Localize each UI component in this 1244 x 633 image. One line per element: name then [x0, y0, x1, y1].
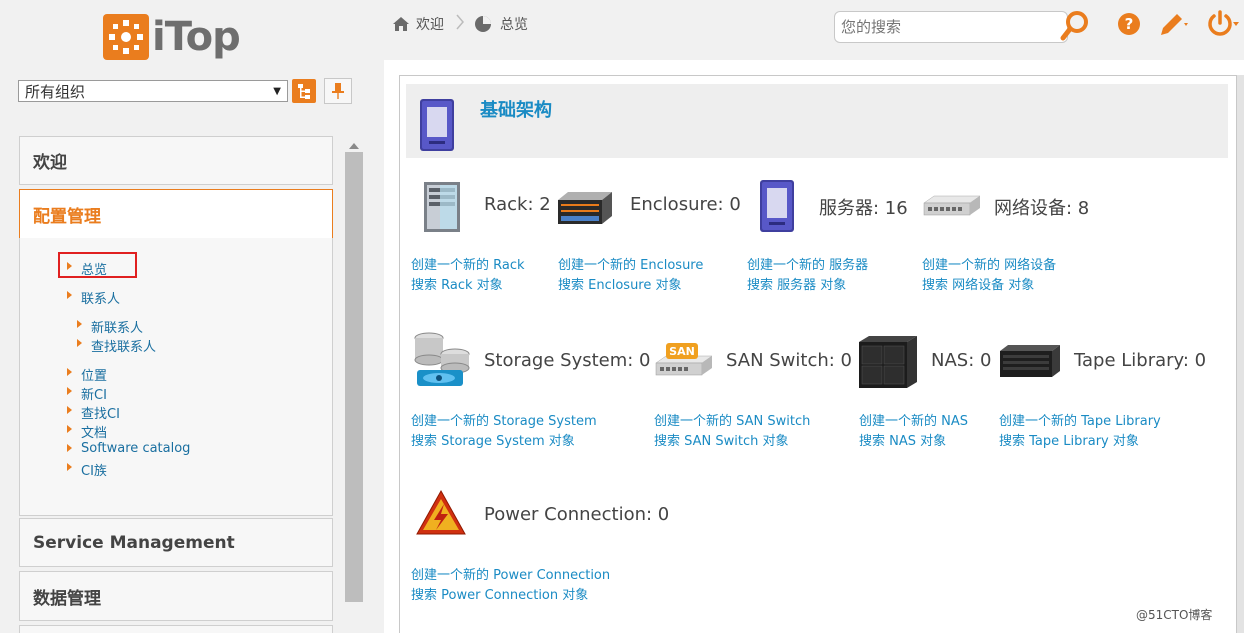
- nas-icon: [857, 334, 919, 394]
- power-icon: [1208, 10, 1239, 36]
- sidebar-section-label: 数据管理: [33, 588, 101, 609]
- tape-library-count: Tape Library: 0: [1074, 350, 1207, 371]
- left-panel: iTop 所有组织 ▼ 欢迎 配置管理 总览 联系人 新联系人 查找联系人 位置…: [0, 0, 370, 633]
- highlight-box: [58, 252, 137, 278]
- caret-down-icon: ▼: [273, 85, 281, 97]
- network-device-count: 网络设备: 8: [994, 198, 1090, 219]
- sidebar-item-search-ci[interactable]: 查找CI: [67, 403, 120, 422]
- pie-chart-icon: [475, 16, 491, 32]
- nas-count: NAS: 0: [931, 350, 992, 371]
- organization-tree-button[interactable]: [292, 79, 316, 103]
- global-search-input[interactable]: [834, 11, 1068, 43]
- search-san-switch-link[interactable]: 搜索 SAN Switch 对象: [654, 430, 789, 449]
- sidebar-item-new-ci[interactable]: 新CI: [67, 384, 107, 403]
- search-storage-system-link[interactable]: 搜索 Storage System 对象: [411, 430, 575, 449]
- search-enclosure-link[interactable]: 搜索 Enclosure 对象: [558, 274, 682, 293]
- storage-system-count: Storage System: 0: [484, 350, 651, 371]
- breadcrumb-label: 总览: [500, 17, 528, 33]
- edit-menu-button[interactable]: [1158, 11, 1192, 43]
- scroll-up-arrow-icon[interactable]: [345, 140, 363, 152]
- chevron-right-icon: [456, 14, 464, 30]
- itop-logo[interactable]: iTop: [103, 14, 241, 60]
- create-nas-link[interactable]: 创建一个新的 NAS: [859, 410, 968, 429]
- sidebar-item-search-contacts[interactable]: 查找联系人: [76, 336, 156, 355]
- help-icon: ?: [1118, 13, 1140, 35]
- storage-system-icon: [411, 330, 473, 396]
- search-button[interactable]: [1060, 9, 1092, 47]
- content-scrollbar[interactable]: [1237, 75, 1244, 633]
- create-tape-library-link[interactable]: 创建一个新的 Tape Library: [999, 410, 1161, 429]
- itop-logo-icon: [103, 14, 149, 60]
- server-icon: [756, 176, 798, 240]
- sidebar-scrollbar[interactable]: [345, 140, 363, 602]
- sidebar-section-welcome[interactable]: 欢迎: [19, 136, 333, 185]
- power-menu-button[interactable]: [1206, 10, 1242, 42]
- sidebar-section-label: 欢迎: [33, 153, 67, 173]
- enclosure-icon: [556, 190, 614, 232]
- itop-logo-text: iTop: [152, 14, 241, 60]
- search-power-connection-link[interactable]: 搜索 Power Connection 对象: [411, 584, 588, 603]
- svg-text:?: ?: [1125, 15, 1134, 33]
- search-icon: [1060, 11, 1088, 41]
- breadcrumb-overview[interactable]: 总览: [474, 14, 528, 34]
- enclosure-count: Enclosure: 0: [630, 194, 741, 215]
- sidebar-section-service-management[interactable]: Service Management: [19, 518, 333, 567]
- san-switch-count: SAN Switch: 0: [726, 350, 853, 371]
- tree-icon: [298, 84, 310, 99]
- create-enclosure-link[interactable]: 创建一个新的 Enclosure: [558, 254, 703, 273]
- sidebar-item-contacts[interactable]: 联系人: [66, 288, 120, 307]
- sidebar-item-locations[interactable]: 位置: [66, 365, 107, 384]
- section-title: 基础架构: [480, 100, 552, 121]
- sidebar-item-documents[interactable]: 文档: [66, 422, 107, 441]
- organization-select[interactable]: 所有组织 ▼: [18, 80, 288, 102]
- tape-library-icon: [998, 343, 1062, 383]
- create-network-device-link[interactable]: 创建一个新的 网络设备: [922, 254, 1056, 273]
- power-connection-count: Power Connection: 0: [484, 504, 670, 525]
- watermark: @51CTO博客: [1136, 608, 1213, 622]
- server-count: 服务器: 16: [819, 198, 908, 219]
- rack-icon: [418, 180, 468, 238]
- breadcrumb-separator: [455, 14, 465, 30]
- help-button[interactable]: ?: [1117, 12, 1141, 40]
- pin-menu-button[interactable]: [324, 78, 352, 104]
- breadcrumb-home[interactable]: 欢迎: [392, 14, 444, 34]
- search-rack-link[interactable]: 搜索 Rack 对象: [411, 274, 503, 293]
- sidebar-section-label: 配置管理: [33, 206, 101, 227]
- search-network-device-link[interactable]: 搜索 网络设备 对象: [922, 274, 1034, 293]
- create-power-connection-link[interactable]: 创建一个新的 Power Connection: [411, 564, 610, 583]
- breadcrumb-label: 欢迎: [416, 17, 444, 33]
- search-server-link[interactable]: 搜索 服务器 对象: [747, 274, 846, 293]
- search-nas-link[interactable]: 搜索 NAS 对象: [859, 430, 946, 449]
- server-icon: [416, 95, 458, 159]
- organization-select-value: 所有组织: [25, 82, 86, 101]
- rack-count: Rack: 2: [484, 194, 551, 215]
- sidebar-item-new-contact[interactable]: 新联系人: [76, 317, 143, 336]
- config-management-menu: [19, 238, 333, 516]
- sidebar-item-software-catalog[interactable]: Software catalog: [66, 441, 190, 456]
- power-connection-icon: [414, 488, 468, 542]
- create-storage-system-link[interactable]: 创建一个新的 Storage System: [411, 410, 597, 429]
- home-icon: [393, 17, 409, 31]
- create-server-link[interactable]: 创建一个新的 服务器: [747, 254, 868, 273]
- san-switch-icon: SAN: [654, 341, 714, 385]
- search-tape-library-link[interactable]: 搜索 Tape Library 对象: [999, 430, 1139, 449]
- sidebar-item-ci-families[interactable]: CI族: [67, 460, 107, 479]
- create-san-switch-link[interactable]: 创建一个新的 SAN Switch: [654, 410, 810, 429]
- sidebar-section-label: Service Management: [33, 532, 235, 553]
- sidebar-section-data-management[interactable]: 数据管理: [19, 571, 333, 621]
- sidebar-section-next[interactable]: [19, 625, 333, 633]
- sidebar-section-config-management[interactable]: 配置管理: [19, 189, 333, 239]
- pin-icon: [332, 83, 344, 99]
- network-device-icon: [922, 193, 982, 225]
- svg-text:SAN: SAN: [669, 345, 695, 358]
- pencil-icon: [1161, 14, 1188, 35]
- create-rack-link[interactable]: 创建一个新的 Rack: [411, 254, 525, 273]
